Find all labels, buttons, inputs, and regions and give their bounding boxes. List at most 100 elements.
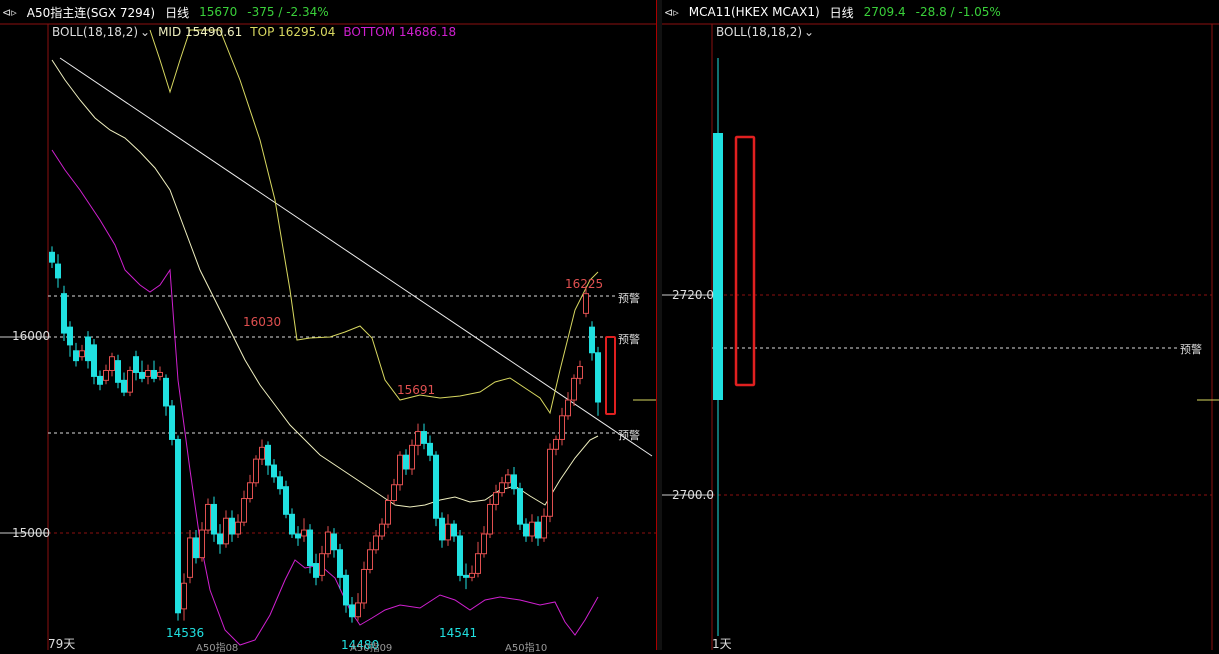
candle-body <box>379 523 385 537</box>
contract-marker-09: A50指09 <box>350 643 393 654</box>
candle-body <box>289 513 295 535</box>
candle-body <box>373 535 379 551</box>
candle-body <box>235 521 241 535</box>
annotation-low-14541: 14541 <box>439 626 478 640</box>
right-candlestick-chart[interactable] <box>662 0 1219 650</box>
left-instrument-title[interactable]: A50指主连(SGX 7294) <box>27 4 155 21</box>
candle-body <box>367 549 373 570</box>
right-y-tick-2720: 2720.0 <box>672 288 714 302</box>
candle-body <box>259 446 265 460</box>
candle-body <box>139 371 145 379</box>
contract-marker-10: A50指10 <box>505 643 548 654</box>
left-candlestick-chart[interactable] <box>0 0 656 650</box>
alert-label[interactable]: 预警 <box>1180 341 1202 357</box>
candle-body <box>583 293 589 314</box>
alert-label[interactable]: 预警 <box>618 331 640 347</box>
candle-body <box>529 521 535 537</box>
chevron-down-icon[interactable]: ⌄ <box>804 25 814 39</box>
candle-body <box>193 537 199 559</box>
candle-body <box>61 293 67 334</box>
left-y-tick-15000: 15000 <box>12 526 51 540</box>
alert-label[interactable]: 预警 <box>618 290 640 306</box>
candle-body <box>283 486 289 515</box>
candle-body <box>433 454 439 519</box>
candle-body <box>331 533 337 551</box>
candle-body <box>205 503 211 531</box>
candle-body <box>337 549 343 578</box>
right-chart-panel[interactable]: ⊲▹ MCA11(HKEX MCAX1) 日线 2709.4 -28.8 / -… <box>662 0 1219 651</box>
right-period-selector[interactable]: 日线 <box>830 4 854 21</box>
left-boll-mid: MID 15490.61 <box>158 25 243 39</box>
candle-body <box>481 533 487 555</box>
candle-body <box>91 344 97 377</box>
candle-body <box>103 369 109 381</box>
candle-body <box>595 352 601 403</box>
right-header: ⊲▹ MCA11(HKEX MCAX1) 日线 2709.4 -28.8 / -… <box>664 0 1001 24</box>
candle-body <box>589 326 595 354</box>
left-price-change: -375 / -2.34% <box>247 5 329 19</box>
candle-body <box>229 517 235 535</box>
right-bar-count: 1天 <box>712 637 732 651</box>
left-boll-bottom: BOTTOM 14686.18 <box>343 25 457 39</box>
candle-body <box>241 498 247 523</box>
candle-body <box>463 574 469 578</box>
candle-body <box>223 517 229 545</box>
left-boll-label[interactable]: BOLL(18,18,2) <box>52 25 138 39</box>
candle-body <box>199 529 205 559</box>
chevron-down-icon[interactable]: ⌄ <box>140 25 150 39</box>
candle-body <box>247 482 253 500</box>
candle-body <box>523 523 529 537</box>
candle-body <box>85 336 91 362</box>
candle-body <box>133 356 139 373</box>
boll-top-line <box>149 29 599 415</box>
candle-body <box>457 535 463 576</box>
left-bar-count: 79天 <box>48 637 76 651</box>
candle-body <box>175 438 181 614</box>
candle-body <box>157 371 163 377</box>
candle-body <box>265 444 271 466</box>
right-boll-legend: BOLL(18,18,2) ⌄ <box>716 25 814 39</box>
candle-body <box>151 369 157 379</box>
candle-body <box>55 263 61 279</box>
pending-order-box <box>605 336 616 415</box>
candle-body <box>271 464 277 478</box>
candle-body <box>409 444 415 470</box>
candle-body <box>397 454 403 486</box>
candle-body <box>559 415 565 440</box>
double-chevron-icon[interactable]: ⊲▹ <box>2 6 17 19</box>
left-chart-panel[interactable]: ⊲▹ A50指主连(SGX 7294) 日线 15670 -375 / -2.3… <box>0 0 656 654</box>
candle-body <box>445 523 451 541</box>
right-last-price: 2709.4 <box>863 5 906 19</box>
right-instrument-title[interactable]: MCA11(HKEX MCAX1) <box>689 5 820 19</box>
candle-body <box>415 431 421 446</box>
right-price-change: -28.8 / -1.05% <box>915 5 1001 19</box>
annotation-low-14536: 14536 <box>166 626 205 640</box>
trend-line <box>59 57 653 457</box>
candle-body <box>277 476 283 490</box>
candle-body <box>475 553 481 574</box>
candle-body <box>511 474 517 490</box>
candle-body <box>121 379 127 393</box>
candle-body <box>565 399 571 417</box>
candle-body <box>313 563 319 578</box>
candle-body <box>505 474 511 484</box>
double-chevron-icon[interactable]: ⊲▹ <box>664 6 679 19</box>
candle-body <box>319 553 325 576</box>
candle-body <box>385 500 391 525</box>
candle-body <box>301 529 307 537</box>
candle-body <box>487 503 493 535</box>
candle-body <box>493 492 499 505</box>
candle-body <box>67 326 73 346</box>
right-boll-label[interactable]: BOLL(18,18,2) <box>716 25 802 39</box>
left-boll-legend: BOLL(18,18,2) ⌄ MID 15490.61 TOP 16295.04… <box>52 25 456 39</box>
alert-label[interactable]: 预警 <box>618 427 640 443</box>
candle-body <box>109 356 115 371</box>
candle-body <box>49 251 55 263</box>
candle-body <box>355 602 361 618</box>
left-period-selector[interactable]: 日线 <box>165 4 189 21</box>
contract-marker-08: A50指08 <box>196 643 239 654</box>
candle-body <box>295 533 301 539</box>
left-y-tick-16000: 16000 <box>12 329 51 343</box>
annotation-high-15691: 15691 <box>397 383 436 397</box>
candle-body <box>211 503 217 535</box>
